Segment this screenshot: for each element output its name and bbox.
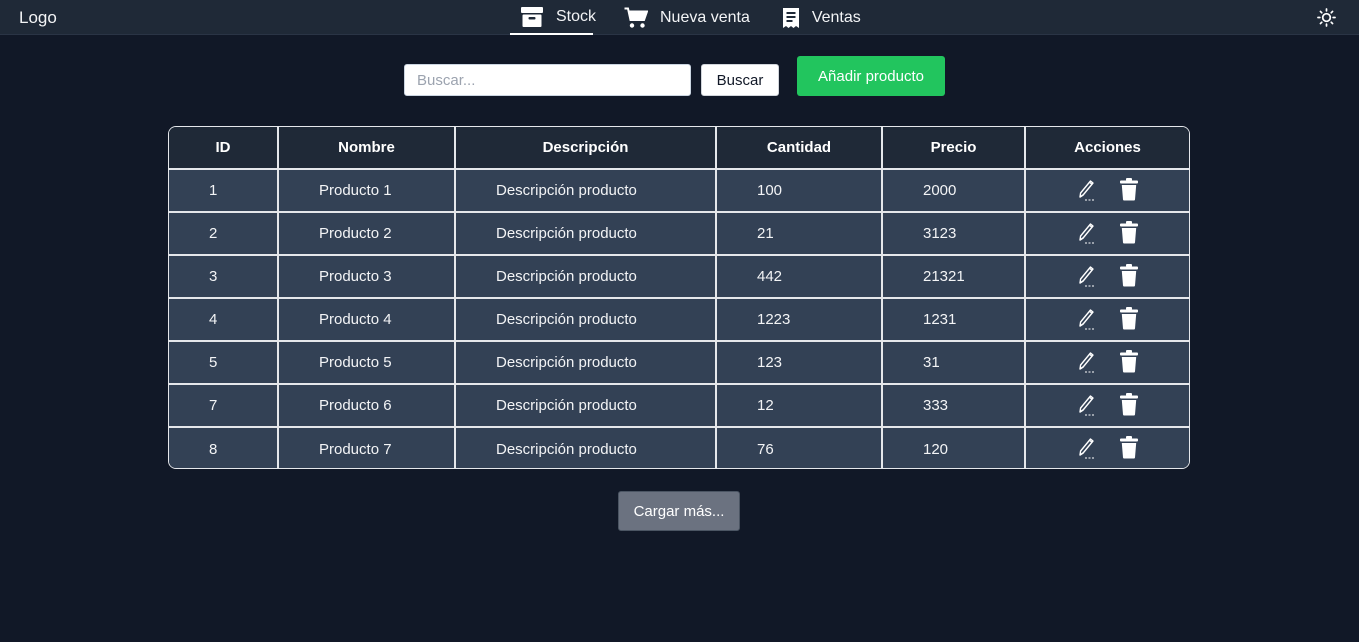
cell-cantidad: 123 [715, 340, 883, 385]
cell-descripcion: Descripción producto [454, 168, 717, 213]
cell-id: 3 [169, 254, 279, 299]
cell-acciones [1024, 340, 1189, 385]
column-header-precio: Precio [881, 127, 1026, 170]
cell-nombre: Producto 3 [277, 254, 456, 299]
nav-link-label: Ventas [811, 8, 861, 26]
pencil-icon[interactable] [1077, 391, 1097, 421]
cell-acciones [1024, 426, 1189, 468]
cell-acciones [1024, 211, 1189, 256]
cell-descripcion: Descripción producto [454, 426, 717, 468]
pencil-icon[interactable] [1077, 219, 1097, 249]
cell-acciones [1024, 297, 1189, 342]
column-header-descripcion: Descripción [454, 127, 717, 170]
pencil-icon[interactable] [1077, 348, 1097, 378]
cell-descripcion: Descripción producto [454, 340, 717, 385]
table-row: 4 Producto 4 Descripción producto 1223 1231 [169, 297, 1189, 342]
pencil-icon[interactable] [1077, 262, 1097, 292]
nav-link-nueva-venta[interactable]: Nueva venta [624, 0, 750, 35]
table-row: 7 Producto 6 Descripción producto 12 333 [169, 383, 1189, 428]
trash-icon[interactable] [1119, 263, 1139, 291]
archive-box-icon [520, 6, 544, 28]
cell-precio: 21321 [881, 254, 1026, 299]
table-row: 5 Producto 5 Descripción producto 123 31 [169, 340, 1189, 385]
trash-icon[interactable] [1119, 220, 1139, 248]
trash-icon[interactable] [1119, 306, 1139, 334]
column-header-acciones: Acciones [1024, 127, 1189, 170]
products-table: ID Nombre Descripción Cantidad Precio Ac… [168, 126, 1190, 469]
cell-precio: 1231 [881, 297, 1026, 342]
cell-acciones [1024, 383, 1189, 428]
trash-icon[interactable] [1119, 177, 1139, 205]
table-row: 1 Producto 1 Descripción producto 100 2000 [169, 168, 1189, 213]
cell-nombre: Producto 4 [277, 297, 456, 342]
cell-descripcion: Descripción producto [454, 297, 717, 342]
cell-nombre: Producto 7 [277, 426, 456, 468]
cell-precio: 120 [881, 426, 1026, 468]
nav-links: Stock Nueva venta Ventas [510, 0, 861, 35]
table-row: 3 Producto 3 Descripción producto 442 21321 [169, 254, 1189, 299]
table-row: 2 Producto 2 Descripción producto 21 3123 [169, 211, 1189, 256]
cell-id: 4 [169, 297, 279, 342]
search-button[interactable]: Buscar [701, 64, 779, 96]
top-navbar: Logo Stock Nueva venta Ventas [0, 0, 1359, 35]
load-more-button[interactable]: Cargar más... [618, 491, 740, 531]
cell-nombre: Producto 6 [277, 383, 456, 428]
cell-descripcion: Descripción producto [454, 211, 717, 256]
pencil-icon[interactable] [1077, 434, 1097, 464]
trash-icon[interactable] [1119, 392, 1139, 420]
cell-cantidad: 21 [715, 211, 883, 256]
receipt-icon [782, 7, 800, 29]
sun-icon[interactable] [1317, 8, 1336, 27]
cell-id: 7 [169, 383, 279, 428]
nav-link-label: Stock [556, 7, 597, 25]
logo[interactable]: Logo [19, 8, 57, 28]
cell-nombre: Producto 1 [277, 168, 456, 213]
cell-cantidad: 442 [715, 254, 883, 299]
table-row: 8 Producto 7 Descripción producto 76 120 [169, 426, 1189, 468]
cell-id: 2 [169, 211, 279, 256]
cell-acciones [1024, 168, 1189, 213]
nav-link-ventas[interactable]: Ventas [782, 0, 861, 35]
shopping-cart-icon [624, 7, 648, 29]
cell-id: 5 [169, 340, 279, 385]
cell-cantidad: 100 [715, 168, 883, 213]
cell-acciones [1024, 254, 1189, 299]
nav-link-label: Nueva venta [660, 8, 750, 26]
cell-precio: 3123 [881, 211, 1026, 256]
cell-cantidad: 12 [715, 383, 883, 428]
pencil-icon[interactable] [1077, 176, 1097, 206]
cell-descripcion: Descripción producto [454, 383, 717, 428]
trash-icon[interactable] [1119, 349, 1139, 377]
cell-id: 8 [169, 426, 279, 468]
cell-precio: 333 [881, 383, 1026, 428]
column-header-nombre: Nombre [277, 127, 456, 170]
cell-cantidad: 1223 [715, 297, 883, 342]
cell-cantidad: 76 [715, 426, 883, 468]
cell-nombre: Producto 2 [277, 211, 456, 256]
add-product-button[interactable]: Añadir producto [797, 56, 945, 96]
cell-precio: 31 [881, 340, 1026, 385]
cell-id: 1 [169, 168, 279, 213]
trash-icon[interactable] [1119, 435, 1139, 463]
table-header-row: ID Nombre Descripción Cantidad Precio Ac… [169, 127, 1189, 170]
cell-descripcion: Descripción producto [454, 254, 717, 299]
search-input[interactable] [404, 64, 691, 96]
column-header-id: ID [169, 127, 279, 170]
pencil-icon[interactable] [1077, 305, 1097, 335]
column-header-cantidad: Cantidad [715, 127, 883, 170]
cell-nombre: Producto 5 [277, 340, 456, 385]
nav-link-stock[interactable]: Stock [510, 0, 597, 35]
cell-precio: 2000 [881, 168, 1026, 213]
